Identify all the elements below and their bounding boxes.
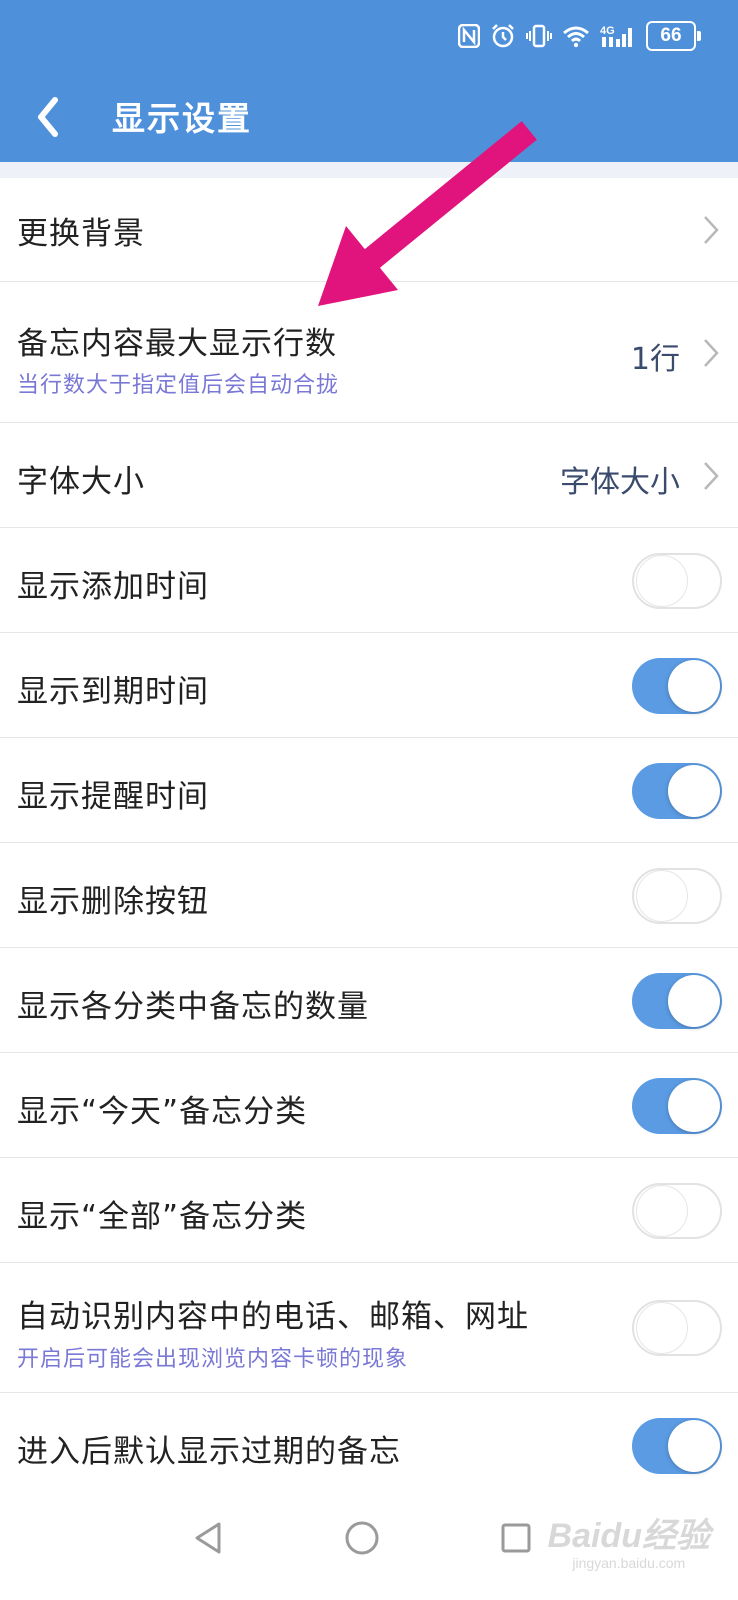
square-recents-icon: [501, 1523, 531, 1553]
toggle-switch[interactable]: [632, 1300, 722, 1356]
status-bar: 4G 66: [458, 18, 701, 54]
setting-auto-detect: 自动识别内容中的电话、邮箱、网址 开启后可能会出现浏览内容卡顿的现象: [0, 1263, 738, 1393]
circle-home-icon: [345, 1521, 379, 1555]
nav-back-button[interactable]: [178, 1508, 238, 1568]
toggle-knob: [636, 555, 688, 607]
toggle-switch[interactable]: [632, 553, 722, 609]
setting-show-delete-button: 显示删除按钮: [0, 843, 738, 948]
setting-label: 备忘内容最大显示行数: [17, 326, 337, 362]
wifi-icon: [562, 19, 590, 53]
signal-icon: 4G: [600, 19, 636, 53]
watermark-logo: Baidu经验: [547, 1517, 710, 1555]
alarm-icon: [490, 19, 516, 53]
watermark: Baidu经验 jingyan.baidu.com: [548, 1508, 710, 1571]
setting-show-all-category: 显示“全部”备忘分类: [0, 1158, 738, 1263]
setting-label: 显示添加时间: [17, 569, 209, 605]
toggle-knob: [636, 870, 688, 922]
toggle-switch[interactable]: [632, 658, 722, 714]
toggle-switch[interactable]: [632, 763, 722, 819]
setting-label: 进入后默认显示过期的备忘: [17, 1434, 401, 1470]
setting-show-expired: 进入后默认显示过期的备忘: [0, 1393, 738, 1498]
setting-label: 显示“全部”备忘分类: [17, 1199, 308, 1235]
toggle-switch[interactable]: [632, 1183, 722, 1239]
setting-label: 更换背景: [17, 216, 145, 252]
setting-description: 开启后可能会出现浏览内容卡顿的现象: [17, 1347, 409, 1372]
toggle-knob: [636, 1185, 688, 1237]
app-header: 4G 66 显示设置: [0, 0, 738, 162]
setting-description: 当行数大于指定值后会自动合拢: [17, 373, 340, 398]
page-title: 显示设置: [112, 99, 252, 138]
setting-change-background[interactable]: 更换背景: [0, 178, 738, 282]
network-type-label: 4G: [600, 25, 615, 37]
setting-show-remind-time: 显示提醒时间: [0, 738, 738, 843]
toggle-knob: [668, 660, 720, 712]
nav-recents-button[interactable]: [486, 1508, 546, 1568]
settings-list: 更换背景 备忘内容最大显示行数 当行数大于指定值后会自动合拢 1行 字体大小 字…: [0, 178, 738, 1498]
toggle-knob: [668, 765, 720, 817]
setting-max-lines[interactable]: 备忘内容最大显示行数 当行数大于指定值后会自动合拢 1行: [0, 282, 738, 423]
setting-value: 字体大小: [560, 465, 680, 500]
setting-label: 显示“今天”备忘分类: [17, 1094, 308, 1130]
watermark-url: jingyan.baidu.com: [572, 1555, 686, 1571]
setting-label: 显示到期时间: [17, 674, 209, 710]
toggle-knob: [668, 975, 720, 1027]
setting-show-category-count: 显示各分类中备忘的数量: [0, 948, 738, 1053]
toggle-switch[interactable]: [632, 973, 722, 1029]
setting-show-today-category: 显示“今天”备忘分类: [0, 1053, 738, 1158]
setting-show-add-time: 显示添加时间: [0, 528, 738, 633]
toggle-switch[interactable]: [632, 1418, 722, 1474]
chevron-right-icon: [704, 339, 719, 367]
toggle-knob: [636, 1302, 688, 1354]
setting-label: 显示提醒时间: [17, 779, 209, 815]
setting-value: 1行: [630, 342, 680, 377]
setting-label: 显示各分类中备忘的数量: [17, 989, 369, 1025]
chevron-right-icon: [704, 462, 719, 490]
section-gap: [0, 162, 738, 178]
setting-label: 字体大小: [17, 464, 145, 500]
vibrate-icon: [526, 19, 552, 53]
nfc-icon: [458, 19, 480, 53]
nav-home-button[interactable]: [332, 1508, 392, 1568]
chevron-right-icon: [704, 216, 719, 244]
triangle-back-icon: [195, 1522, 221, 1554]
back-button[interactable]: [28, 94, 68, 140]
setting-label: 显示删除按钮: [17, 884, 209, 920]
chevron-left-icon: [38, 97, 58, 137]
battery-indicator: 66: [646, 21, 701, 51]
setting-label: 自动识别内容中的电话、邮箱、网址: [17, 1299, 529, 1335]
toggle-knob: [668, 1420, 720, 1472]
toggle-knob: [668, 1080, 720, 1132]
setting-font-size[interactable]: 字体大小 字体大小: [0, 423, 738, 528]
toggle-switch[interactable]: [632, 1078, 722, 1134]
toggle-switch[interactable]: [632, 868, 722, 924]
setting-show-due-time: 显示到期时间: [0, 633, 738, 738]
